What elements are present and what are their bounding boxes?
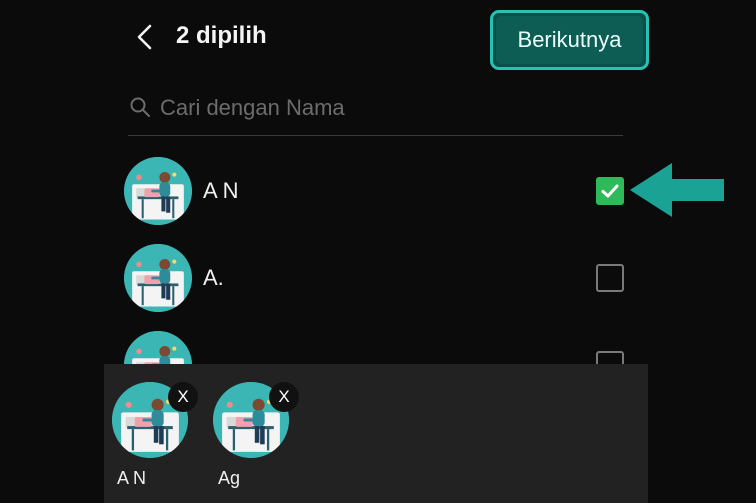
- person-illustration: [124, 244, 192, 312]
- contact-checkbox[interactable]: [596, 177, 624, 205]
- search-icon: [130, 97, 150, 117]
- pointer-arrow-icon: [630, 163, 724, 217]
- contact-checkbox[interactable]: [596, 264, 624, 292]
- chip-label: A N: [117, 468, 147, 488]
- page-title: 2 dipilih: [176, 22, 267, 49]
- checkmark-icon: [601, 184, 619, 198]
- contact-name: A.: [203, 265, 224, 290]
- header-bar: 2 dipilih Berikutnya: [0, 0, 756, 80]
- chevron-left-icon: [137, 24, 152, 50]
- person-illustration: [124, 157, 192, 225]
- next-button-label: Berikutnya: [517, 27, 622, 52]
- chip-label: Ag: [218, 468, 241, 488]
- remove-chip-button[interactable]: X: [269, 382, 299, 412]
- avatar: [124, 157, 192, 225]
- search-bar: [128, 90, 623, 136]
- selected-tray: X A N X Ag: [104, 364, 648, 503]
- selected-chip: X Ag: [205, 382, 299, 490]
- search-input[interactable]: [160, 90, 600, 126]
- contact-row[interactable]: A.: [124, 244, 628, 314]
- next-button[interactable]: Berikutnya: [490, 10, 649, 70]
- avatar: [124, 244, 192, 312]
- remove-chip-button[interactable]: X: [168, 382, 198, 412]
- contact-row[interactable]: A N: [124, 157, 628, 227]
- selected-chip: X A N: [104, 382, 198, 490]
- contact-name: A N: [203, 178, 239, 203]
- back-button[interactable]: [130, 22, 160, 52]
